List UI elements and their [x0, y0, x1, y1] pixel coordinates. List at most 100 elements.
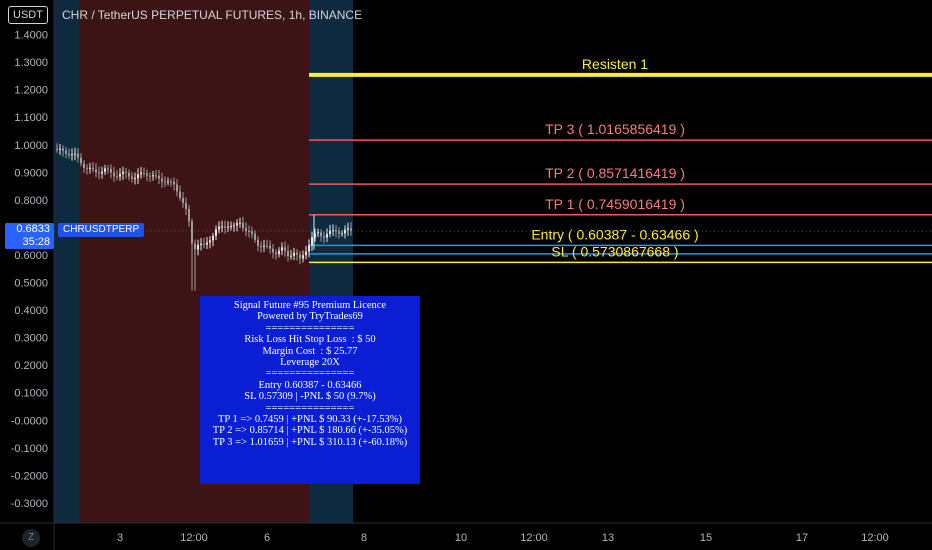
- candle-body: [65, 150, 67, 154]
- time-axis-label: 3: [117, 532, 123, 544]
- price-axis-label: 0.2000: [14, 360, 48, 372]
- candle-body: [302, 255, 304, 259]
- candle-body: [287, 250, 289, 256]
- currency-badge[interactable]: USDT: [8, 6, 48, 24]
- price-axis-label: -0.2000: [11, 470, 48, 482]
- candle-body: [206, 242, 208, 245]
- chart-canvas[interactable]: Resisten 1 TP 3 ( 1.0165856419 ) TP 2 ( 0.…: [0, 0, 932, 550]
- candle-body: [143, 172, 145, 174]
- time-axis-label: 10: [455, 532, 467, 544]
- candle-body: [263, 245, 265, 247]
- candle-body: [227, 226, 229, 228]
- candle-body: [149, 175, 151, 177]
- candle-body: [335, 230, 337, 232]
- candle-body: [191, 221, 193, 244]
- candle-body: [173, 181, 175, 185]
- time-axis-label: 8: [361, 532, 367, 544]
- candle-body: [128, 172, 130, 177]
- candle-body: [341, 233, 343, 235]
- level-label: TP 2 ( 0.8571416419 ): [545, 165, 685, 181]
- candle-body: [161, 178, 163, 182]
- candle-body: [299, 254, 301, 259]
- chart-title: CHR / TetherUS PERPETUAL FUTURES, 1h, BI…: [62, 8, 363, 22]
- time-axis-label: 12:00: [520, 532, 548, 544]
- price-axis-label: 1.3000: [14, 57, 48, 69]
- candle-body: [131, 176, 133, 179]
- candle-body: [170, 181, 172, 183]
- candle-body: [245, 228, 247, 231]
- candle-body: [212, 235, 214, 241]
- price-axis-label: 0.5000: [14, 278, 48, 290]
- z-logo-icon[interactable]: Z: [22, 529, 40, 547]
- info-line: Margin Cost : $ 25.77: [262, 345, 358, 357]
- info-line: TP 2 => 0.85714 | +PNL $ 180.66 (+-35.05…: [212, 425, 408, 437]
- candle-body: [158, 175, 160, 179]
- candle-body: [104, 168, 106, 172]
- candle-body: [308, 245, 310, 252]
- candle-body: [266, 245, 268, 247]
- candle-body: [116, 176, 118, 178]
- info-line: SL 0.57309 | -PNL $ 50 (9.7%): [244, 391, 376, 403]
- candle-body: [134, 178, 136, 180]
- price-axis-label: 0.9000: [14, 167, 48, 179]
- candle-body: [185, 202, 187, 209]
- price-axis-label: 1.1000: [14, 112, 48, 124]
- candle-body: [293, 252, 295, 256]
- signal-info-box: Signal Future #95 Premium Licence Powere…: [200, 296, 420, 484]
- level-label: Entry ( 0.60387 - 0.63466 ): [531, 226, 698, 242]
- candle-body: [305, 251, 307, 256]
- price-axis-label: -0.0000: [11, 415, 48, 427]
- candle-body: [155, 175, 157, 177]
- candle-body: [152, 175, 154, 177]
- price-axis-label: 1.4000: [14, 30, 48, 42]
- candle-body: [89, 167, 91, 169]
- info-line: Entry 0.60387 - 0.63466: [258, 379, 362, 391]
- bar-countdown: 35:28: [22, 236, 50, 248]
- candle-body: [179, 191, 181, 199]
- candle-body: [350, 228, 352, 231]
- candle-body: [176, 184, 178, 192]
- candle-body: [329, 230, 331, 234]
- candle-body: [251, 231, 253, 234]
- candle-body: [137, 174, 139, 179]
- candle-body: [236, 223, 238, 226]
- candle-body: [224, 226, 226, 228]
- candle-body: [284, 247, 286, 251]
- candle-body: [215, 229, 217, 236]
- candle-body: [125, 171, 127, 173]
- candle-body: [344, 229, 346, 234]
- candle-body: [296, 252, 298, 255]
- candle-body: [209, 240, 211, 243]
- candle-body: [320, 232, 322, 237]
- price-axis-label: 0.8000: [14, 195, 48, 207]
- price-axis-label: -0.3000: [11, 498, 48, 510]
- info-line: Leverage 20X: [280, 357, 340, 369]
- price-axis-label: 1.0000: [14, 140, 48, 152]
- info-line: Risk Loss Hit Stop Loss : $ 50: [244, 334, 376, 346]
- time-axis-label: 12:00: [861, 532, 889, 544]
- time-axis-label: 13: [602, 532, 614, 544]
- info-line: ===============: [265, 402, 355, 414]
- level-label: SL ( 0.5730867668 ): [551, 243, 678, 259]
- candle-body: [110, 169, 112, 173]
- level-label: TP 3 ( 1.0165856419 ): [545, 121, 685, 137]
- time-axis-label: 6: [264, 532, 270, 544]
- candle-body: [62, 148, 64, 151]
- symbol-tag: CHRUSDTPERP: [58, 223, 145, 237]
- candle-body: [317, 232, 319, 234]
- candle-body: [323, 236, 325, 238]
- level-label: TP 1 ( 0.7459016419 ): [545, 196, 685, 212]
- candle-body: [200, 243, 202, 245]
- candle-body: [233, 225, 235, 227]
- time-axis-label: 17: [796, 532, 808, 544]
- candle-body: [221, 226, 223, 228]
- info-line: TP 3 => 1.01659 | +PNL $ 310.13 (+-60.18…: [212, 436, 408, 448]
- candle-body: [164, 181, 166, 183]
- candle-body: [347, 228, 349, 230]
- candle-body: [107, 168, 109, 170]
- candle-body: [257, 239, 259, 247]
- candle-body: [182, 198, 184, 203]
- candle-body: [83, 163, 85, 168]
- candle-body: [167, 181, 169, 183]
- candle-body: [278, 250, 280, 255]
